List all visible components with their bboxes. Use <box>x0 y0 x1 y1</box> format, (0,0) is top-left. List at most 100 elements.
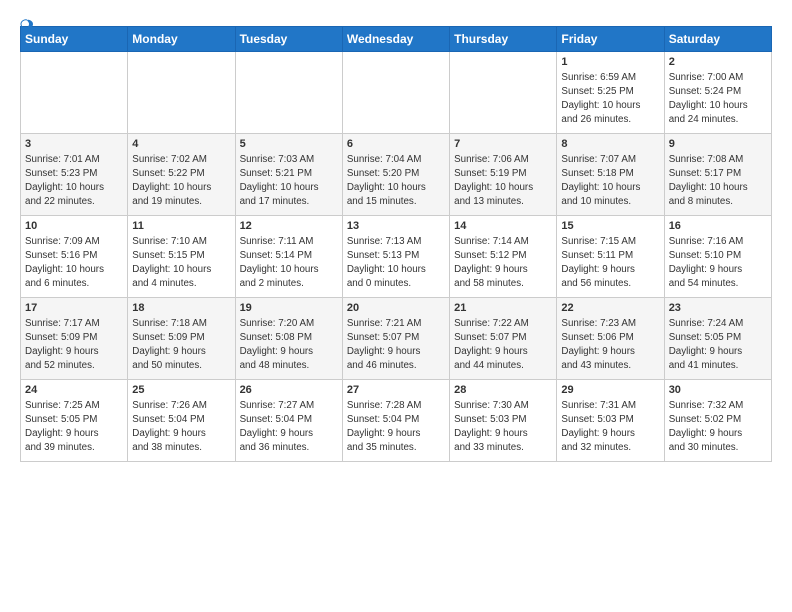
weekday-header-tuesday: Tuesday <box>235 27 342 52</box>
day-info: Sunrise: 7:04 AM Sunset: 5:20 PM Dayligh… <box>347 153 445 208</box>
calendar-cell: 19Sunrise: 7:20 AM Sunset: 5:08 PM Dayli… <box>235 298 342 380</box>
calendar-cell <box>450 52 557 134</box>
day-number: 30 <box>669 383 767 398</box>
calendar-cell: 7Sunrise: 7:06 AM Sunset: 5:19 PM Daylig… <box>450 134 557 216</box>
calendar-cell <box>21 52 128 134</box>
day-number: 9 <box>669 137 767 152</box>
day-number: 18 <box>132 301 230 316</box>
day-number: 24 <box>25 383 123 398</box>
calendar-cell: 1Sunrise: 6:59 AM Sunset: 5:25 PM Daylig… <box>557 52 664 134</box>
day-info: Sunrise: 7:28 AM Sunset: 5:04 PM Dayligh… <box>347 399 445 454</box>
day-info: Sunrise: 7:17 AM Sunset: 5:09 PM Dayligh… <box>25 317 123 372</box>
day-info: Sunrise: 7:16 AM Sunset: 5:10 PM Dayligh… <box>669 235 767 290</box>
day-info: Sunrise: 7:27 AM Sunset: 5:04 PM Dayligh… <box>240 399 338 454</box>
day-number: 26 <box>240 383 338 398</box>
day-info: Sunrise: 7:08 AM Sunset: 5:17 PM Dayligh… <box>669 153 767 208</box>
calendar-page: SundayMondayTuesdayWednesdayThursdayFrid… <box>0 0 792 472</box>
calendar-week-row: 24Sunrise: 7:25 AM Sunset: 5:05 PM Dayli… <box>21 380 772 462</box>
day-number: 15 <box>561 219 659 234</box>
weekday-header-friday: Friday <box>557 27 664 52</box>
calendar-cell: 15Sunrise: 7:15 AM Sunset: 5:11 PM Dayli… <box>557 216 664 298</box>
day-number: 13 <box>347 219 445 234</box>
day-number: 14 <box>454 219 552 234</box>
day-number: 21 <box>454 301 552 316</box>
day-info: Sunrise: 7:22 AM Sunset: 5:07 PM Dayligh… <box>454 317 552 372</box>
day-number: 12 <box>240 219 338 234</box>
day-info: Sunrise: 7:21 AM Sunset: 5:07 PM Dayligh… <box>347 317 445 372</box>
calendar-cell: 29Sunrise: 7:31 AM Sunset: 5:03 PM Dayli… <box>557 380 664 462</box>
day-info: Sunrise: 7:24 AM Sunset: 5:05 PM Dayligh… <box>669 317 767 372</box>
calendar-cell: 30Sunrise: 7:32 AM Sunset: 5:02 PM Dayli… <box>664 380 771 462</box>
day-number: 16 <box>669 219 767 234</box>
day-info: Sunrise: 7:14 AM Sunset: 5:12 PM Dayligh… <box>454 235 552 290</box>
calendar-cell: 2Sunrise: 7:00 AM Sunset: 5:24 PM Daylig… <box>664 52 771 134</box>
weekday-header-thursday: Thursday <box>450 27 557 52</box>
calendar-cell: 8Sunrise: 7:07 AM Sunset: 5:18 PM Daylig… <box>557 134 664 216</box>
day-number: 7 <box>454 137 552 152</box>
weekday-header-wednesday: Wednesday <box>342 27 449 52</box>
day-number: 2 <box>669 55 767 70</box>
calendar-week-row: 3Sunrise: 7:01 AM Sunset: 5:23 PM Daylig… <box>21 134 772 216</box>
weekday-header-monday: Monday <box>128 27 235 52</box>
calendar-week-row: 1Sunrise: 6:59 AM Sunset: 5:25 PM Daylig… <box>21 52 772 134</box>
day-info: Sunrise: 7:09 AM Sunset: 5:16 PM Dayligh… <box>25 235 123 290</box>
calendar-cell: 3Sunrise: 7:01 AM Sunset: 5:23 PM Daylig… <box>21 134 128 216</box>
calendar-cell: 9Sunrise: 7:08 AM Sunset: 5:17 PM Daylig… <box>664 134 771 216</box>
logo-bird-icon <box>20 18 34 32</box>
calendar-cell <box>235 52 342 134</box>
calendar-week-row: 10Sunrise: 7:09 AM Sunset: 5:16 PM Dayli… <box>21 216 772 298</box>
day-info: Sunrise: 7:10 AM Sunset: 5:15 PM Dayligh… <box>132 235 230 290</box>
day-number: 8 <box>561 137 659 152</box>
calendar-cell: 27Sunrise: 7:28 AM Sunset: 5:04 PM Dayli… <box>342 380 449 462</box>
day-info: Sunrise: 7:31 AM Sunset: 5:03 PM Dayligh… <box>561 399 659 454</box>
calendar-cell: 22Sunrise: 7:23 AM Sunset: 5:06 PM Dayli… <box>557 298 664 380</box>
day-number: 27 <box>347 383 445 398</box>
day-info: Sunrise: 7:20 AM Sunset: 5:08 PM Dayligh… <box>240 317 338 372</box>
day-number: 22 <box>561 301 659 316</box>
day-info: Sunrise: 7:18 AM Sunset: 5:09 PM Dayligh… <box>132 317 230 372</box>
calendar-cell: 18Sunrise: 7:18 AM Sunset: 5:09 PM Dayli… <box>128 298 235 380</box>
calendar-week-row: 17Sunrise: 7:17 AM Sunset: 5:09 PM Dayli… <box>21 298 772 380</box>
day-info: Sunrise: 7:06 AM Sunset: 5:19 PM Dayligh… <box>454 153 552 208</box>
day-info: Sunrise: 7:25 AM Sunset: 5:05 PM Dayligh… <box>25 399 123 454</box>
weekday-header-saturday: Saturday <box>664 27 771 52</box>
calendar-cell: 26Sunrise: 7:27 AM Sunset: 5:04 PM Dayli… <box>235 380 342 462</box>
day-info: Sunrise: 7:00 AM Sunset: 5:24 PM Dayligh… <box>669 71 767 126</box>
calendar-cell: 11Sunrise: 7:10 AM Sunset: 5:15 PM Dayli… <box>128 216 235 298</box>
calendar-cell <box>128 52 235 134</box>
weekday-header-sunday: Sunday <box>21 27 128 52</box>
calendar-cell: 24Sunrise: 7:25 AM Sunset: 5:05 PM Dayli… <box>21 380 128 462</box>
day-number: 17 <box>25 301 123 316</box>
calendar-cell: 16Sunrise: 7:16 AM Sunset: 5:10 PM Dayli… <box>664 216 771 298</box>
day-info: Sunrise: 7:01 AM Sunset: 5:23 PM Dayligh… <box>25 153 123 208</box>
day-info: Sunrise: 7:23 AM Sunset: 5:06 PM Dayligh… <box>561 317 659 372</box>
day-number: 20 <box>347 301 445 316</box>
day-info: Sunrise: 7:11 AM Sunset: 5:14 PM Dayligh… <box>240 235 338 290</box>
day-number: 29 <box>561 383 659 398</box>
day-info: Sunrise: 7:26 AM Sunset: 5:04 PM Dayligh… <box>132 399 230 454</box>
day-number: 1 <box>561 55 659 70</box>
calendar-cell: 4Sunrise: 7:02 AM Sunset: 5:22 PM Daylig… <box>128 134 235 216</box>
calendar-table: SundayMondayTuesdayWednesdayThursdayFrid… <box>20 26 772 462</box>
day-number: 10 <box>25 219 123 234</box>
calendar-cell: 20Sunrise: 7:21 AM Sunset: 5:07 PM Dayli… <box>342 298 449 380</box>
day-number: 28 <box>454 383 552 398</box>
day-number: 19 <box>240 301 338 316</box>
day-number: 3 <box>25 137 123 152</box>
day-info: Sunrise: 7:13 AM Sunset: 5:13 PM Dayligh… <box>347 235 445 290</box>
day-info: Sunrise: 7:07 AM Sunset: 5:18 PM Dayligh… <box>561 153 659 208</box>
day-number: 5 <box>240 137 338 152</box>
calendar-cell: 28Sunrise: 7:30 AM Sunset: 5:03 PM Dayli… <box>450 380 557 462</box>
calendar-cell: 14Sunrise: 7:14 AM Sunset: 5:12 PM Dayli… <box>450 216 557 298</box>
day-info: Sunrise: 7:02 AM Sunset: 5:22 PM Dayligh… <box>132 153 230 208</box>
day-info: Sunrise: 7:30 AM Sunset: 5:03 PM Dayligh… <box>454 399 552 454</box>
day-number: 23 <box>669 301 767 316</box>
calendar-cell: 13Sunrise: 7:13 AM Sunset: 5:13 PM Dayli… <box>342 216 449 298</box>
day-number: 6 <box>347 137 445 152</box>
calendar-cell: 10Sunrise: 7:09 AM Sunset: 5:16 PM Dayli… <box>21 216 128 298</box>
day-number: 25 <box>132 383 230 398</box>
day-info: Sunrise: 6:59 AM Sunset: 5:25 PM Dayligh… <box>561 71 659 126</box>
day-number: 4 <box>132 137 230 152</box>
calendar-cell <box>342 52 449 134</box>
day-info: Sunrise: 7:03 AM Sunset: 5:21 PM Dayligh… <box>240 153 338 208</box>
